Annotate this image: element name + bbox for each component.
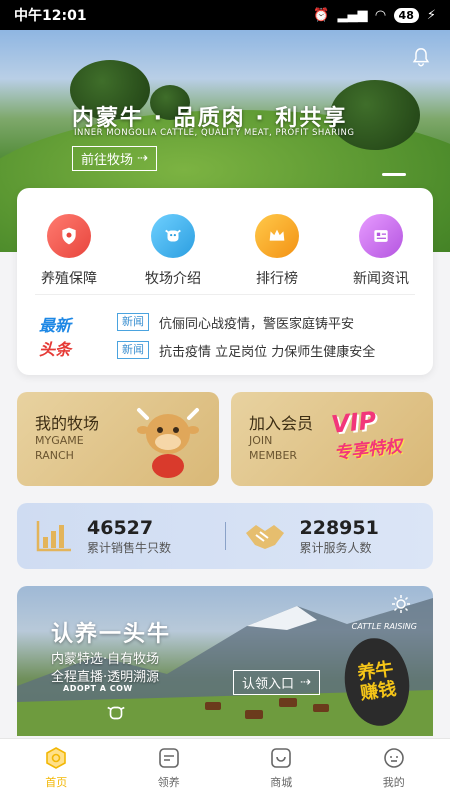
charging-icon: ⚡ <box>426 7 436 23</box>
go-to-ranch-button[interactable]: 前往牧场 ⇢ <box>72 146 157 171</box>
menu-card: 养殖保障 牧场介绍 排行榜 新闻资讯 最新 头条 新闻 伉俪同心战疫情，警医家庭… <box>17 188 433 375</box>
adopt-line1: 内蒙特选·自有牧场 <box>51 652 160 667</box>
adopt-icon <box>158 748 179 768</box>
divider <box>35 294 415 295</box>
crown-icon <box>255 214 299 258</box>
menu-label: 养殖保障 <box>41 271 97 287</box>
join-member-card[interactable]: 加入会员 JOIN MEMBER VIP 专享特权 <box>231 392 433 486</box>
adopt-line2: 全程直播·透明溯源 <box>51 670 160 685</box>
join-member-subtitle: JOIN MEMBER <box>249 434 298 462</box>
battery-icon: 48 <box>393 7 419 23</box>
adopt-cow-banner[interactable]: 认养一头牛 内蒙特选·自有牧场 全程直播·透明溯源 ADOPT A COW 认领… <box>17 586 433 736</box>
status-icons: ⏰ ▂▄▆ ◠ 48 ⚡ <box>313 7 436 23</box>
stat-sold-cattle: 46527 累计销售牛只数 <box>17 517 225 556</box>
bottom-tab-bar: 首页 领养 商城 我的 <box>0 738 450 800</box>
my-ranch-card[interactable]: 我的牧场 MYGAME RANCH <box>17 392 219 486</box>
carousel-indicator <box>382 173 406 176</box>
news-title: 伉俪同心战疫情，警医家庭铸平安 <box>159 316 355 332</box>
news-title: 抗击疫情 立足岗位 力保师生健康安全 <box>159 344 376 360</box>
stat-value: 228951 <box>299 516 379 539</box>
hero-subline: INNER MONGOLIA CATTLE, QUALITY MEAT, PRO… <box>74 128 355 138</box>
menu-label: 排行榜 <box>256 271 298 287</box>
tab-label: 领养 <box>157 776 180 789</box>
handshake-icon <box>245 525 284 549</box>
news-item[interactable]: 新闻 伉俪同心战疫情，警医家庭铸平安 <box>117 313 417 332</box>
stat-served-users: 228951 累计服务人数 <box>226 517 434 556</box>
app-screen: 中午12:01 ⏰ ▂▄▆ ◠ 48 ⚡ 内蒙牛 · 品质肉 · 利共享 INN… <box>0 0 450 800</box>
sun-icon <box>392 595 410 613</box>
menu-item-breeding-guarantee[interactable]: 养殖保障 <box>21 214 117 288</box>
cow-icon <box>107 706 125 720</box>
news-icon <box>359 214 403 258</box>
headline-logo-line1: 最新 <box>39 316 72 335</box>
wifi-icon: ◠ <box>375 7 386 23</box>
menu-item-news[interactable]: 新闻资讯 <box>333 214 429 288</box>
home-icon <box>46 747 67 769</box>
adopt-title: 认养一头牛 <box>51 622 172 647</box>
shop-icon <box>271 748 292 768</box>
menu-label: 牧场介绍 <box>145 271 201 287</box>
stat-label: 累计服务人数 <box>299 540 372 555</box>
adopt-entry-label: 认领入口 <box>242 677 295 692</box>
join-member-title: 加入会员 <box>249 414 314 433</box>
news-item[interactable]: 新闻 抗击疫情 立足岗位 力保师生健康安全 <box>117 341 417 360</box>
my-ranch-title: 我的牧场 <box>35 414 100 433</box>
adopt-english: ADOPT A COW <box>63 684 133 693</box>
tab-adopt[interactable]: 领养 <box>113 739 226 800</box>
arrow-right-icon: ⇢ <box>300 675 311 690</box>
menu-item-ranking[interactable]: 排行榜 <box>229 214 325 288</box>
cow-icon <box>151 214 195 258</box>
tab-label: 商城 <box>270 776 293 789</box>
go-to-ranch-label: 前往牧场 <box>81 153 134 168</box>
tab-label: 首页 <box>45 776 68 789</box>
my-ranch-subtitle: MYGAME RANCH <box>35 434 84 462</box>
signal-icon: ▂▄▆ <box>337 7 368 23</box>
adopt-entry-button[interactable]: 认领入口 ⇢ <box>233 670 320 695</box>
status-bar: 中午12:01 ⏰ ▂▄▆ ◠ 48 ⚡ <box>0 0 450 30</box>
quick-menu: 养殖保障 牧场介绍 排行榜 新闻资讯 <box>17 188 433 288</box>
arrow-right-icon: ⇢ <box>137 151 148 166</box>
cattle-raising-text: CATTLE RAISING <box>351 622 417 631</box>
news-list: 新闻 伉俪同心战疫情，警医家庭铸平安 新闻 抗击疫情 立足岗位 力保师生健康安全 <box>117 308 417 364</box>
tab-profile[interactable]: 我的 <box>338 739 450 800</box>
shield-icon <box>47 214 91 258</box>
headline-logo: 最新 头条 <box>39 308 117 364</box>
bell-icon[interactable] <box>410 46 432 68</box>
vip-badge-icon: VIP 专享特权 <box>329 406 403 464</box>
headline-logo-line2: 头条 <box>39 340 72 359</box>
alarm-icon: ⏰ <box>313 7 330 23</box>
menu-label: 新闻资讯 <box>353 271 409 287</box>
stat-label: 累计销售牛只数 <box>87 540 172 555</box>
tab-label: 我的 <box>382 776 405 789</box>
news-tag: 新闻 <box>117 313 149 331</box>
stats-bar: 46527 累计销售牛只数 228951 累计服务人数 <box>17 503 433 569</box>
stat-value: 46527 <box>87 516 154 539</box>
news-ticker: 最新 头条 新闻 伉俪同心战疫情，警医家庭铸平安 新闻 抗击疫情 立足岗位 力保… <box>39 308 417 364</box>
cow-mascot-icon <box>137 408 199 478</box>
menu-item-ranch-intro[interactable]: 牧场介绍 <box>125 214 221 288</box>
tab-home[interactable]: 首页 <box>0 739 113 800</box>
news-tag: 新闻 <box>117 341 149 359</box>
profile-icon <box>383 748 404 768</box>
status-time: 中午12:01 <box>14 8 87 24</box>
bar-chart-icon <box>36 521 71 552</box>
tab-shop[interactable]: 商城 <box>225 739 338 800</box>
